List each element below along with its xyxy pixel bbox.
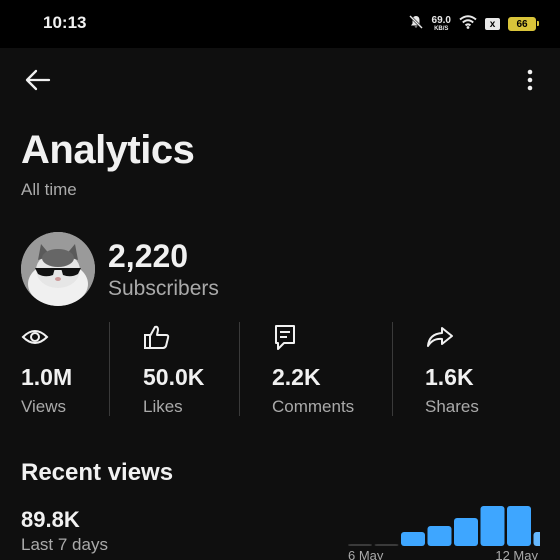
stat-value: 1.0M: [21, 364, 73, 390]
page-title: Analytics: [21, 128, 195, 172]
chart-bar: [401, 532, 425, 546]
thumbs-up-icon: [143, 322, 204, 352]
avatar: [21, 232, 95, 306]
chart-bar: [533, 532, 540, 546]
stat-likes[interactable]: 50.0K Likes: [143, 322, 204, 418]
more-vertical-icon: [527, 69, 533, 96]
status-time: 10:13: [43, 13, 87, 32]
stat-label: Likes: [143, 397, 183, 416]
stat-divider: [109, 322, 110, 416]
eye-icon: [21, 322, 72, 352]
stat-views[interactable]: 1.0M Views: [21, 322, 72, 418]
stat-label: Shares: [425, 397, 479, 416]
net-speed-value: 69.0: [431, 15, 451, 26]
wifi-icon: [459, 14, 477, 34]
stat-label: Comments: [272, 397, 355, 416]
more-options-button[interactable]: [514, 66, 546, 98]
chart-bar: [454, 518, 478, 546]
recent-views-period: Last 7 days: [21, 535, 108, 554]
network-speed: 69.0 KB/S: [431, 15, 451, 33]
stat-divider: [392, 322, 393, 416]
recent-views-chart[interactable]: 6 May 12 May: [346, 500, 540, 560]
chart-x-tick-label: 12 May: [495, 548, 538, 560]
stat-value: 50.0K: [143, 364, 205, 390]
stat-value: 1.6K: [425, 364, 474, 390]
stat-shares[interactable]: 1.6K Shares: [425, 322, 479, 418]
net-speed-unit: KB/S: [434, 26, 449, 32]
chart-bar: [348, 544, 372, 546]
sim-x-icon: x: [485, 18, 500, 30]
arrow-left-icon: [25, 69, 51, 96]
share-icon: [425, 322, 479, 352]
status-icons: 69.0 KB/S x 66: [408, 12, 539, 36]
stat-comments[interactable]: 2.2K Comments: [272, 322, 354, 418]
mute-bell-icon: [408, 14, 424, 35]
recent-views-value: 89.8K: [21, 507, 80, 532]
subscriber-count: 2,220: [108, 238, 189, 274]
chart-bar: [427, 526, 452, 546]
comment-icon: [272, 322, 354, 352]
chart-bar: [374, 544, 399, 546]
stat-label: Views: [21, 397, 67, 416]
recent-views-title: Recent views: [21, 459, 174, 486]
stat-divider: [239, 322, 240, 416]
subscriber-label: Subscribers: [108, 277, 219, 300]
chart-bar: [507, 506, 531, 546]
stat-value: 2.2K: [272, 364, 321, 390]
chart-bar: [480, 506, 505, 546]
period-filter[interactable]: All time: [21, 180, 77, 200]
chart-x-tick-label: 6 May: [348, 548, 384, 560]
status-bar: 10:13 69.0 KB/S x 66: [0, 0, 560, 48]
back-button[interactable]: [22, 66, 54, 98]
battery-icon: 66: [508, 17, 539, 31]
